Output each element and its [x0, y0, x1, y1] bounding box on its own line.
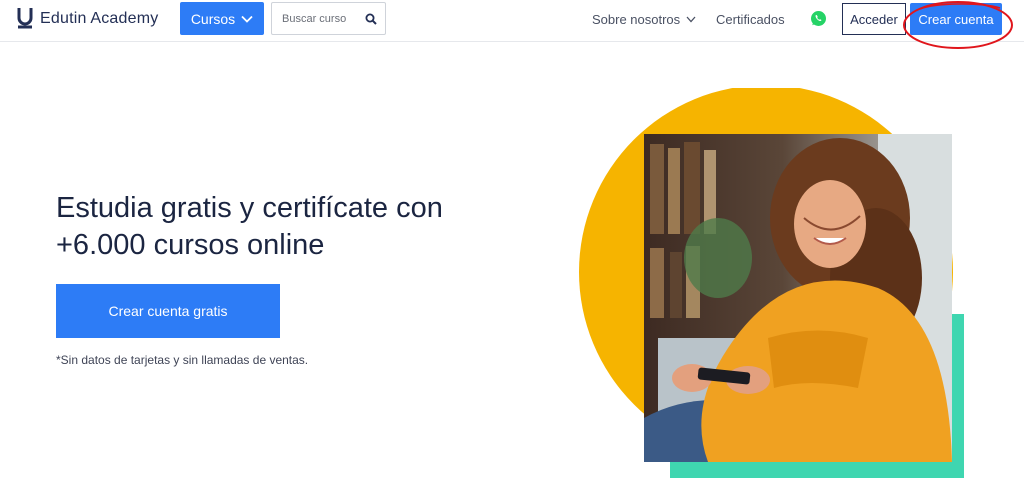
- courses-menu-button[interactable]: Cursos: [180, 2, 264, 35]
- search-icon[interactable]: [365, 13, 377, 25]
- student-photo: [644, 134, 952, 462]
- hero-illustration: [579, 88, 964, 478]
- brand-name[interactable]: Edutin Academy: [40, 10, 158, 28]
- login-button[interactable]: Acceder: [842, 3, 906, 35]
- edutin-logo-icon[interactable]: [17, 7, 33, 29]
- hero-title: Estudia gratis y certifícate con +6.000 …: [56, 190, 496, 264]
- hero-title-line1: Estudia gratis y certifícate con: [56, 192, 443, 224]
- create-free-account-button[interactable]: Crear cuenta gratis: [56, 284, 280, 338]
- signup-button[interactable]: Crear cuenta: [910, 3, 1002, 35]
- about-us-menu[interactable]: Sobre nosotros: [592, 12, 696, 27]
- chevron-down-icon: [686, 16, 696, 23]
- whatsapp-icon[interactable]: [810, 10, 827, 27]
- chevron-down-icon: [241, 15, 253, 23]
- disclaimer-note: *Sin datos de tarjetas y sin llamadas de…: [56, 353, 309, 367]
- hero-title-line2: +6.000 cursos online: [56, 229, 325, 261]
- courses-menu-label: Cursos: [190, 10, 236, 27]
- about-us-label: Sobre nosotros: [592, 12, 681, 27]
- top-navbar: Edutin Academy Cursos Sobre nosotros Cer…: [0, 0, 1024, 49]
- certificates-link[interactable]: Certificados: [716, 12, 785, 27]
- search-box: [271, 2, 386, 35]
- search-input[interactable]: [282, 11, 360, 27]
